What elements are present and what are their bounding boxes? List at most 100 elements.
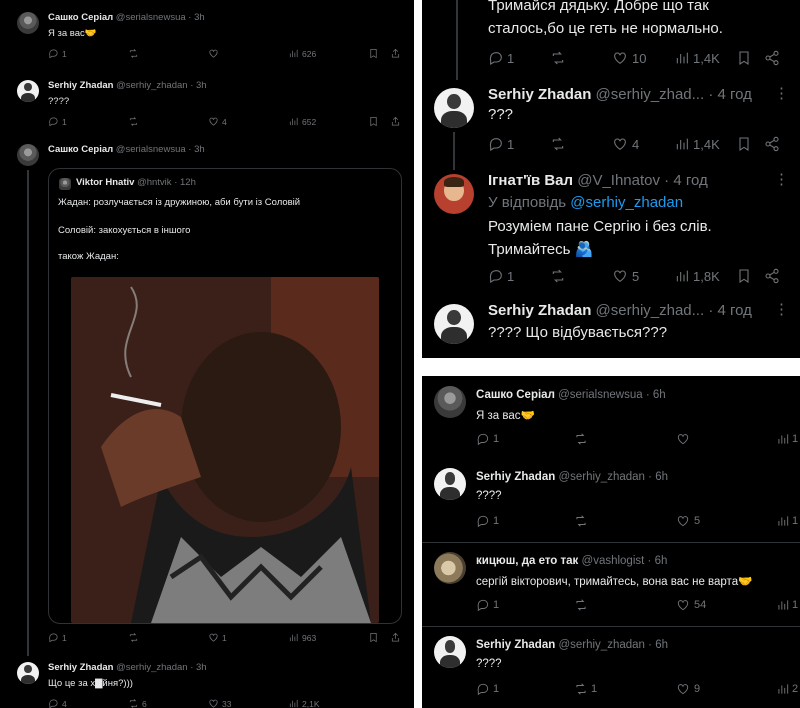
like-button[interactable]: 54	[676, 598, 706, 612]
views-button[interactable]: 626	[288, 48, 316, 59]
author-name[interactable]: кицюш, да ето так	[476, 555, 578, 567]
quoted-tweet[interactable]: Viktor Hnativ @hntvik · 12h Жадан: розлу…	[48, 168, 402, 624]
share-button[interactable]	[764, 50, 780, 66]
timestamp[interactable]: 3h	[194, 12, 205, 23]
retweet-button[interactable]: 1	[574, 682, 597, 696]
views-button[interactable]: 1	[776, 598, 798, 612]
author-name[interactable]: Сашко Серіал	[476, 389, 555, 401]
avatar[interactable]	[59, 178, 71, 190]
share-button[interactable]	[390, 48, 401, 59]
reply-to-link[interactable]: @serhiy_zhadan	[570, 194, 683, 211]
retweet-button[interactable]	[550, 50, 566, 66]
author-handle[interactable]: @serialsnewsua	[116, 12, 186, 23]
avatar[interactable]	[434, 468, 466, 500]
author-handle[interactable]: @vashlogist	[582, 555, 645, 567]
tweet[interactable]: Ігнат'їв Вал @V_Ihnatov · 4 год ⋮ У відп…	[422, 170, 800, 300]
retweet-button[interactable]	[128, 116, 139, 127]
avatar[interactable]	[17, 144, 39, 166]
more-button[interactable]: ⋮	[774, 300, 789, 318]
author-name[interactable]: Serhiy Zhadan	[488, 86, 591, 103]
avatar[interactable]	[434, 552, 466, 584]
author-handle[interactable]: @serialsnewsua	[558, 389, 643, 401]
like-button[interactable]: 5	[612, 268, 639, 284]
retweet-button[interactable]	[574, 514, 588, 528]
reply-button[interactable]: 1	[476, 682, 499, 696]
like-button[interactable]: 1	[208, 632, 227, 643]
avatar[interactable]	[434, 636, 466, 668]
tweet[interactable]: Serhiy Zhadan @serhiy_zhadan · 3h Що це …	[0, 658, 414, 708]
tweet[interactable]: Serhiy Zhadan @serhiy_zhad... · 4 год ⋮ …	[422, 84, 800, 170]
views-button[interactable]: 1	[776, 514, 798, 528]
author-handle[interactable]: @V_Ihnatov	[577, 172, 660, 189]
tweet[interactable]: Serhiy Zhadan @serhiy_zhadan · 6h ???? 1…	[422, 466, 800, 534]
like-button[interactable]: 10	[612, 50, 646, 66]
gif-image[interactable]	[71, 277, 379, 623]
views-button[interactable]: 1	[776, 432, 798, 446]
retweet-button[interactable]	[574, 432, 588, 446]
like-button[interactable]: 5	[676, 514, 700, 528]
retweet-button[interactable]	[550, 136, 566, 152]
reply-button[interactable]: 1	[48, 116, 67, 127]
timestamp[interactable]: 3h	[196, 80, 207, 91]
share-button[interactable]	[764, 136, 780, 152]
like-button[interactable]: 33	[208, 698, 231, 708]
share-button[interactable]	[764, 268, 780, 284]
author-name[interactable]: Serhiy Zhadan	[48, 80, 113, 91]
timestamp[interactable]: 3h	[196, 662, 207, 673]
tweet[interactable]: кицюш, да ето так @vashlogist · 6h сергі…	[422, 550, 800, 618]
views-button[interactable]: 1,4K	[674, 136, 720, 152]
timestamp[interactable]: 4 год	[718, 86, 752, 103]
bookmark-button[interactable]	[736, 268, 752, 284]
tweet[interactable]: Сашко Серіал @serialsnewsua · 6h Я за ва…	[422, 384, 800, 452]
avatar[interactable]	[434, 88, 474, 128]
avatar[interactable]	[17, 12, 39, 34]
bookmark-button[interactable]	[736, 50, 752, 66]
views-button[interactable]: 1,4K	[674, 50, 720, 66]
views-button[interactable]: 963	[288, 632, 316, 643]
avatar[interactable]	[434, 174, 474, 214]
like-button[interactable]	[676, 432, 690, 446]
retweet-button[interactable]: 6	[128, 698, 147, 708]
author-handle[interactable]: @serhiy_zhadan	[116, 662, 187, 673]
author-handle[interactable]: @serhiy_zhadan	[116, 80, 187, 91]
tweet[interactable]: Serhiy Zhadan @serhiy_zhadan · 6h ???? 1…	[422, 634, 800, 708]
reply-button[interactable]: 1	[488, 136, 514, 152]
author-name[interactable]: Viktor Hnativ	[76, 177, 134, 188]
like-button[interactable]: 4	[208, 116, 227, 127]
avatar[interactable]	[17, 662, 39, 684]
reply-button[interactable]: 1	[488, 268, 514, 284]
author-handle[interactable]: @serhiy_zhad...	[596, 86, 705, 103]
reply-button[interactable]: 1	[476, 432, 499, 446]
author-name[interactable]: Ігнат'їв Вал	[488, 172, 573, 189]
timestamp[interactable]: 4 год	[718, 302, 752, 319]
tweet[interactable]: Serhiy Zhadan @serhiy_zhadan · 3h ???? 1…	[0, 76, 414, 138]
author-name[interactable]: Сашко Серіал	[48, 12, 113, 23]
timestamp[interactable]: 3h	[194, 144, 205, 155]
share-button[interactable]	[390, 116, 401, 127]
tweet[interactable]: Serhiy Zhadan @serhiy_zhad... · 4 год ⋮ …	[422, 300, 800, 358]
reply-button[interactable]: 1	[476, 514, 499, 528]
more-button[interactable]: ⋮	[774, 84, 789, 102]
author-handle[interactable]: @serhiy_zhadan	[558, 639, 644, 651]
bookmark-button[interactable]	[736, 136, 752, 152]
timestamp[interactable]: 4 год	[673, 172, 707, 189]
author-name[interactable]: Serhiy Zhadan	[476, 471, 555, 483]
reply-button[interactable]: 1	[48, 632, 67, 643]
reply-button[interactable]: 1	[476, 598, 499, 612]
views-button[interactable]: 652	[288, 116, 316, 127]
views-button[interactable]: 2,1K	[288, 698, 320, 708]
avatar[interactable]	[434, 386, 466, 418]
reply-button[interactable]: 4	[48, 698, 67, 708]
avatar[interactable]	[434, 304, 474, 344]
retweet-button[interactable]	[128, 632, 139, 643]
bookmark-button[interactable]	[368, 632, 379, 643]
like-button[interactable]: 4	[612, 136, 639, 152]
tweet[interactable]: Сашко Серіал @serialsnewsua · 3h Viktor …	[0, 144, 414, 656]
avatar[interactable]	[17, 80, 39, 102]
timestamp[interactable]: 6h	[655, 555, 668, 567]
reply-button[interactable]: 1	[488, 50, 514, 66]
retweet-button[interactable]	[128, 48, 139, 59]
timestamp[interactable]: 6h	[655, 471, 668, 483]
author-handle[interactable]: @serialsnewsua	[116, 144, 186, 155]
timestamp[interactable]: 6h	[655, 639, 668, 651]
